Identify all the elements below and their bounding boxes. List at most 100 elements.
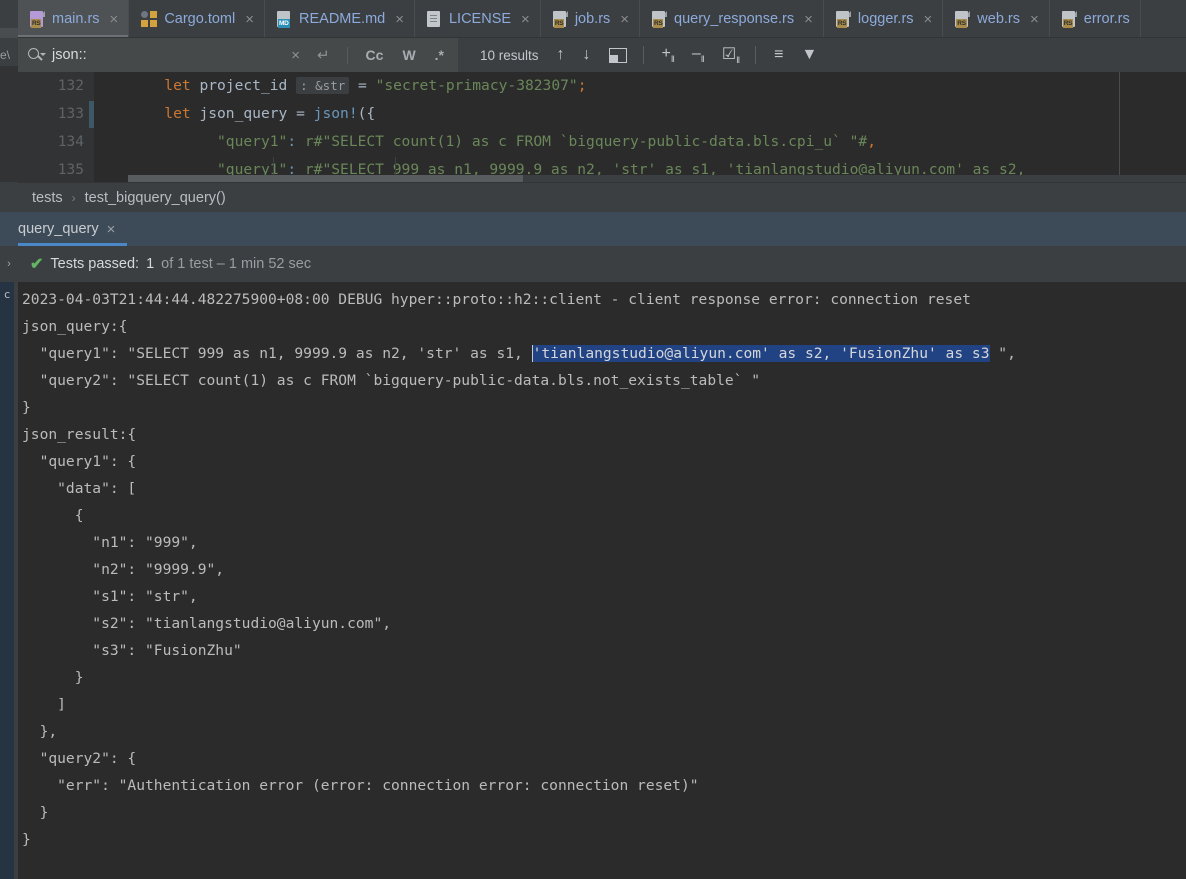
console-text: "s2": "tianlangstudio@aliyun.com", <box>22 615 392 632</box>
editor-tab-label: LICENSE <box>448 11 512 27</box>
tests-duration-detail: of 1 test – 1 min 52 sec <box>161 256 312 272</box>
clear-search-icon[interactable]: × <box>286 47 305 64</box>
editor-tab-error-rs[interactable]: error.rs <box>1050 0 1141 37</box>
editor-tab-query_response-rs[interactable]: query_response.rs × <box>640 0 824 37</box>
editor-tab-main-rs[interactable]: main.rs × <box>18 0 130 37</box>
console-line[interactable]: } <box>22 826 1186 853</box>
strip-gutter <box>0 66 18 182</box>
editor-tab-LICENSE[interactable]: LICENSE × <box>415 0 541 37</box>
console-line[interactable]: "s2": "tianlangstudio@aliyun.com", <box>22 610 1186 637</box>
console-line[interactable]: "s3": "FusionZhu" <box>22 637 1186 664</box>
close-icon[interactable]: × <box>620 11 629 28</box>
expand-arrow-icon[interactable]: › <box>0 246 18 282</box>
breadcrumb-item[interactable]: tests <box>32 190 63 206</box>
check-line-icon[interactable]: ☑II <box>722 44 740 65</box>
editor-tab-job-rs[interactable]: job.rs × <box>541 0 641 37</box>
add-line-icon[interactable]: +II <box>662 45 675 64</box>
code-editor[interactable]: 132 133 134 135 let project_id : &str = "se… <box>18 72 1186 182</box>
code-token: "secret-primacy-382307" <box>375 77 578 94</box>
close-icon[interactable]: × <box>521 11 530 28</box>
code-token: let <box>164 77 191 94</box>
find-next-icon[interactable]: ↓ <box>583 46 591 64</box>
console-line[interactable]: } <box>22 799 1186 826</box>
console-line[interactable]: { <box>22 502 1186 529</box>
console-line[interactable]: json_query:{ <box>22 313 1186 340</box>
console-text: "query2": "SELECT count(1) as c FROM `bi… <box>22 372 761 389</box>
code-line[interactable]: let json_query = json!({ <box>94 100 1186 128</box>
search-input-value[interactable]: json:: <box>52 47 279 63</box>
console-text: "query1": { <box>22 453 137 470</box>
console-line[interactable]: ] <box>22 691 1186 718</box>
editor-tab-label: Cargo.toml <box>164 11 236 27</box>
editor-tab-web-rs[interactable]: web.rs × <box>943 0 1050 37</box>
console-line[interactable]: }, <box>22 718 1186 745</box>
close-icon[interactable]: × <box>924 11 933 28</box>
console-selected-text[interactable]: 'tianlangstudio@aliyun.com' as s2, 'Fusi… <box>531 345 990 362</box>
console-output[interactable]: 2023-04-03T21:44:44.482275900+08:00 DEBU… <box>14 282 1186 879</box>
newline-search-icon[interactable]: ↵ <box>312 46 335 64</box>
editor-tab-README-md[interactable]: README.md × <box>265 0 415 37</box>
close-icon[interactable]: × <box>804 11 813 28</box>
regex-toggle[interactable]: .* <box>429 47 450 63</box>
console-line[interactable]: "data": [ <box>22 475 1186 502</box>
rust-file-icon <box>1061 10 1077 28</box>
console-line[interactable]: "n2": "9999.9", <box>22 556 1186 583</box>
console-line[interactable]: } <box>22 664 1186 691</box>
console-line[interactable]: } <box>22 394 1186 421</box>
rust-file-icon <box>955 10 970 28</box>
select-all-occurrences-icon[interactable] <box>608 47 627 63</box>
editor-tab-label: main.rs <box>52 11 100 27</box>
run-tool-window-tabs[interactable]: query_query × <box>18 212 1186 246</box>
console-vertical-label[interactable]: c <box>0 282 14 879</box>
console-line[interactable]: json_result:{ <box>22 421 1186 448</box>
line-number: 135 <box>57 162 84 178</box>
console-line[interactable]: "query1": "SELECT 999 as n1, 9999.9 as n… <box>22 340 1186 367</box>
code-lines[interactable]: let project_id : &str = "secret-primacy-… <box>94 72 1186 182</box>
editor-horizontal-scrollbar[interactable] <box>128 157 1186 182</box>
breadcrumb-separator: › <box>71 190 76 205</box>
code-token: , <box>867 133 877 150</box>
search-icon[interactable] <box>28 47 46 64</box>
code-token: "query1" <box>217 133 288 150</box>
console-line[interactable]: "n1": "999", <box>22 529 1186 556</box>
close-icon[interactable]: × <box>107 221 116 238</box>
code-line[interactable]: "query1": r#"SELECT count(1) as c FROM `… <box>94 128 1186 156</box>
remove-line-icon[interactable]: ‒II <box>692 45 705 64</box>
code-token: project_id <box>190 77 297 94</box>
close-icon[interactable]: × <box>245 11 254 28</box>
wrap-text-icon[interactable]: ≡ <box>774 46 783 64</box>
run-tab-query-query[interactable]: query_query × <box>18 212 128 246</box>
console-text: } <box>22 669 84 686</box>
close-icon[interactable]: × <box>395 11 404 28</box>
console-line[interactable]: "query1": { <box>22 448 1186 475</box>
console-text: "err": "Authentication error (error: con… <box>22 777 699 794</box>
whole-words-toggle[interactable]: W <box>396 47 421 63</box>
divider <box>755 46 757 64</box>
code-token: ({ <box>357 105 376 122</box>
console-line[interactable]: "query2": { <box>22 745 1186 772</box>
strip-top <box>0 0 18 28</box>
find-toolbar[interactable]: json:: × ↵ Cc W .* 10 results ↑ ↓ +II ‒I… <box>18 38 1186 72</box>
scrollbar-thumb[interactable] <box>128 175 523 182</box>
code-line[interactable]: let project_id : &str = "secret-primacy-… <box>94 72 1186 100</box>
close-icon[interactable]: × <box>110 11 119 28</box>
close-icon[interactable]: × <box>1030 11 1039 28</box>
filter-icon[interactable]: ▼ <box>802 46 818 64</box>
console-line[interactable]: "s1": "str", <box>22 583 1186 610</box>
editor-tab-Cargo-toml[interactable]: Cargo.toml × <box>129 0 265 37</box>
console-text: json_result:{ <box>22 426 137 443</box>
code-token: : <box>287 133 305 150</box>
find-previous-icon[interactable]: ↑ <box>557 46 565 64</box>
console-line[interactable]: 2023-04-03T21:44:44.482275900+08:00 DEBU… <box>22 286 1186 313</box>
console-text: "query1": "SELECT 999 as n1, 9999.9 as n… <box>22 345 532 362</box>
tests-passed-label: Tests passed: <box>50 256 140 272</box>
breadcrumb-item[interactable]: test_bigquery_query() <box>85 190 226 206</box>
breadcrumb[interactable]: tests › test_bigquery_query() <box>18 182 1186 212</box>
match-case-toggle[interactable]: Cc <box>360 47 390 63</box>
console-line[interactable]: "query2": "SELECT count(1) as c FROM `bi… <box>22 367 1186 394</box>
console-line[interactable]: "err": "Authentication error (error: con… <box>22 772 1186 799</box>
editor-tab-logger-rs[interactable]: logger.rs × <box>824 0 944 37</box>
search-input[interactable]: json:: × ↵ Cc W .* <box>18 38 458 72</box>
editor-tab-bar[interactable]: main.rs×Cargo.toml×README.md×LICENSE×job… <box>18 0 1186 38</box>
